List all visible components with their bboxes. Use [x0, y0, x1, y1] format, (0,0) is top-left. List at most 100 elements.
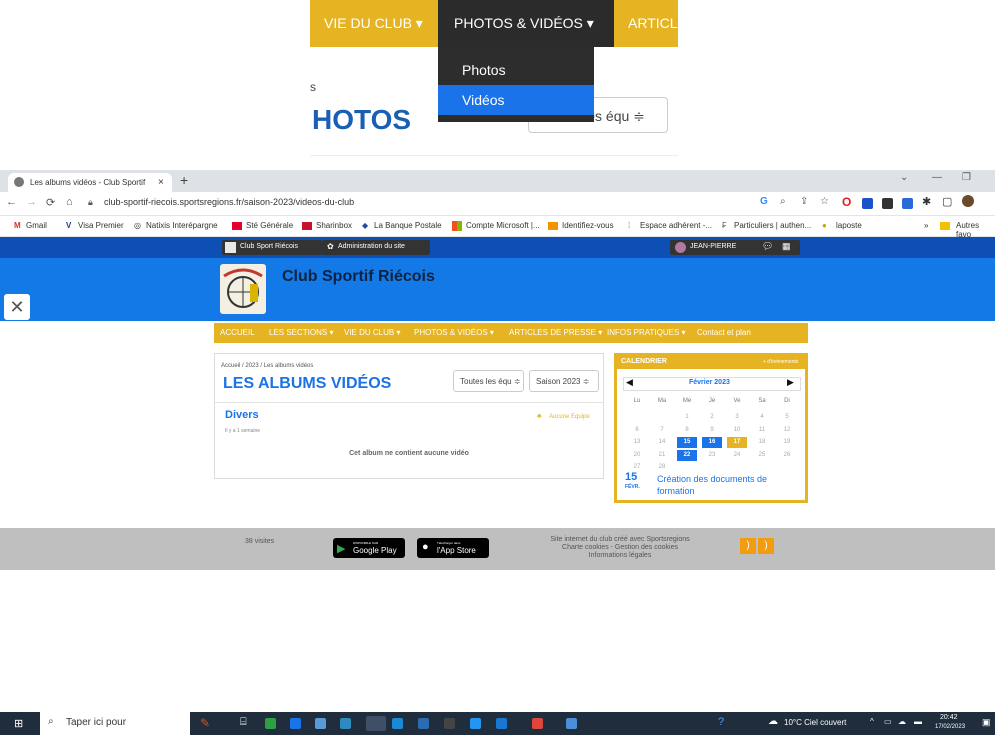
nav-articles[interactable]: ARTICLES DE PRESSE ▾: [509, 323, 602, 343]
bookmark-natixis[interactable]: Natixis Interépargne: [146, 221, 218, 230]
calendar-day[interactable]: 10: [727, 425, 747, 436]
url-field[interactable]: club-sportif-riecois.sportsregions.fr/sa…: [104, 197, 354, 207]
club-switch[interactable]: Club Sport Riécois: [222, 240, 322, 255]
calendar-day[interactable]: 14: [652, 437, 672, 448]
explorer-icon[interactable]: [340, 718, 351, 729]
app-icon[interactable]: [470, 718, 481, 729]
opera-icon[interactable]: O: [842, 195, 851, 209]
browser-icon[interactable]: [290, 718, 301, 729]
calendar-day[interactable]: 1: [677, 412, 697, 423]
calendar-day[interactable]: 2: [702, 412, 722, 423]
reload-icon[interactable]: ⟳: [46, 196, 55, 209]
extension-icon[interactable]: [902, 198, 913, 209]
calendar-day[interactable]: 18: [752, 437, 772, 448]
bookmark-identifiez[interactable]: Identifiez-vous: [562, 221, 614, 230]
app-icon[interactable]: [496, 718, 507, 729]
weather-text[interactable]: 10°C Ciel couvert: [784, 718, 846, 727]
sidepanel-icon[interactable]: ▢: [942, 195, 952, 208]
network-icon[interactable]: ▭: [884, 717, 892, 726]
footer-cookies[interactable]: Charte cookies - Gestion des cookies: [500, 544, 740, 552]
footer-created-with[interactable]: Site internet du club créé avec Sportsre…: [500, 536, 740, 544]
share-icon[interactable]: ⇪: [800, 196, 808, 207]
calendar-day[interactable]: 11: [752, 425, 772, 436]
rss-icon[interactable]: ): [740, 538, 756, 554]
calendar-day[interactable]: 12: [777, 425, 797, 436]
extension-icon[interactable]: [862, 198, 873, 209]
pin-icon[interactable]: ✱: [922, 195, 931, 208]
calendar-day[interactable]: 22: [677, 449, 697, 461]
browser-tab[interactable]: Les albums vidéos - Club Sportif ×: [8, 173, 172, 192]
minimize-icon[interactable]: —: [932, 172, 942, 183]
extension-icon[interactable]: [882, 198, 893, 209]
club-logo[interactable]: [220, 264, 266, 314]
next-month-icon[interactable]: ▶: [787, 377, 794, 388]
footer-legal[interactable]: Informations légales: [500, 552, 740, 560]
nav-vie-du-club[interactable]: VIE DU CLUB ▾: [344, 323, 400, 343]
calendar-day[interactable]: 26: [777, 450, 797, 461]
photos-icon[interactable]: [566, 718, 577, 729]
taskbar-search[interactable]: ⌕ Taper ici pour: [40, 712, 190, 735]
back-icon[interactable]: ←: [6, 196, 17, 208]
breadcrumb[interactable]: Accueil / 2023 / Les albums vidéos: [221, 363, 313, 369]
chevron-down-icon[interactable]: ⌄: [900, 172, 908, 183]
rss-icon[interactable]: ): [758, 538, 774, 554]
app-icon[interactable]: [532, 718, 543, 729]
star-icon[interactable]: ☆: [820, 196, 829, 207]
calendar-day[interactable]: 15: [677, 437, 697, 448]
calendar-day[interactable]: 24: [727, 450, 747, 461]
restore-icon[interactable]: ❐: [962, 172, 971, 183]
task-view-icon[interactable]: ⌸: [240, 716, 247, 729]
prev-month-icon[interactable]: ◀: [626, 377, 633, 388]
mail-icon[interactable]: [392, 718, 403, 729]
bookmark-particuliers[interactable]: Particuliers | authen...: [734, 221, 811, 230]
calendar-day[interactable]: 13: [627, 437, 647, 448]
forward-icon[interactable]: →: [26, 196, 37, 208]
calendar-day[interactable]: 16: [702, 437, 722, 448]
bookmark-lbp[interactable]: La Banque Postale: [374, 221, 442, 230]
calendar-day[interactable]: 4: [752, 412, 772, 423]
tools-icon[interactable]: ✕: [4, 294, 30, 320]
nav-contact[interactable]: Contact et plan: [697, 323, 751, 343]
app-store-badge[interactable]: ● Télécharger dans l'App Store: [417, 538, 489, 558]
calendar-day[interactable]: 20: [627, 450, 647, 461]
terminal-icon[interactable]: [444, 718, 455, 729]
calendar-day[interactable]: 9: [702, 425, 722, 436]
album-title[interactable]: Divers: [225, 409, 259, 421]
bookmark-visa[interactable]: Visa Premier: [78, 221, 124, 230]
calendar-day[interactable]: 19: [777, 437, 797, 448]
clock-time[interactable]: 20:42: [940, 714, 958, 721]
home-icon[interactable]: ⌂: [66, 196, 73, 208]
help-icon[interactable]: ?: [718, 716, 724, 728]
clock-date[interactable]: 17/02/2023: [935, 724, 965, 730]
zoom-nav-photos-videos[interactable]: PHOTOS & VIDÉOS ▾: [438, 0, 614, 47]
event-title[interactable]: Création des documents de formation: [657, 473, 797, 497]
user-menu[interactable]: JEAN-PIERRE 💬︎ ▦: [670, 240, 800, 255]
site-title[interactable]: Club Sportif Riécois: [282, 268, 435, 286]
calendar-day[interactable]: 21: [652, 450, 672, 461]
app-icon[interactable]: ✎: [200, 716, 210, 730]
calendar-day[interactable]: 8: [677, 425, 697, 436]
battery-icon[interactable]: ▬: [914, 717, 922, 726]
zoom-icon[interactable]: ⌕: [780, 196, 786, 207]
bookmark-gmail[interactable]: Gmail: [26, 221, 47, 230]
store-icon[interactable]: [418, 718, 429, 729]
calendar-icon[interactable]: ▦: [782, 241, 791, 252]
team-select[interactable]: Toutes les équ ≑: [453, 370, 524, 392]
google-icon[interactable]: G: [760, 196, 768, 207]
nav-photos-videos[interactable]: PHOTOS & VIDÉOS ▾: [414, 323, 494, 343]
bookmark-sg[interactable]: Sté Générale: [246, 221, 293, 230]
calendar-day[interactable]: 25: [752, 450, 772, 461]
calendar-day[interactable]: 28: [652, 462, 672, 473]
bookmark-sharinbox[interactable]: Sharinbox: [316, 221, 352, 230]
close-tab-icon[interactable]: ×: [158, 173, 164, 192]
admin-link[interactable]: ✿ Administration du site: [322, 240, 430, 255]
more-events-link[interactable]: + d'événements: [763, 359, 798, 365]
album-team[interactable]: Aucune Equipe: [549, 414, 590, 420]
bookmark-microsoft[interactable]: Compte Microsoft |...: [466, 221, 540, 230]
calendar-day[interactable]: 23: [702, 450, 722, 461]
chrome-active-icon[interactable]: [366, 716, 386, 731]
notification-icon[interactable]: ▣: [982, 717, 991, 728]
calendar-day[interactable]: 6: [627, 425, 647, 436]
google-play-badge[interactable]: ▶ DISPONIBLE SUR Google Play: [333, 538, 405, 558]
windows-start-icon[interactable]: ⊞: [14, 717, 23, 730]
